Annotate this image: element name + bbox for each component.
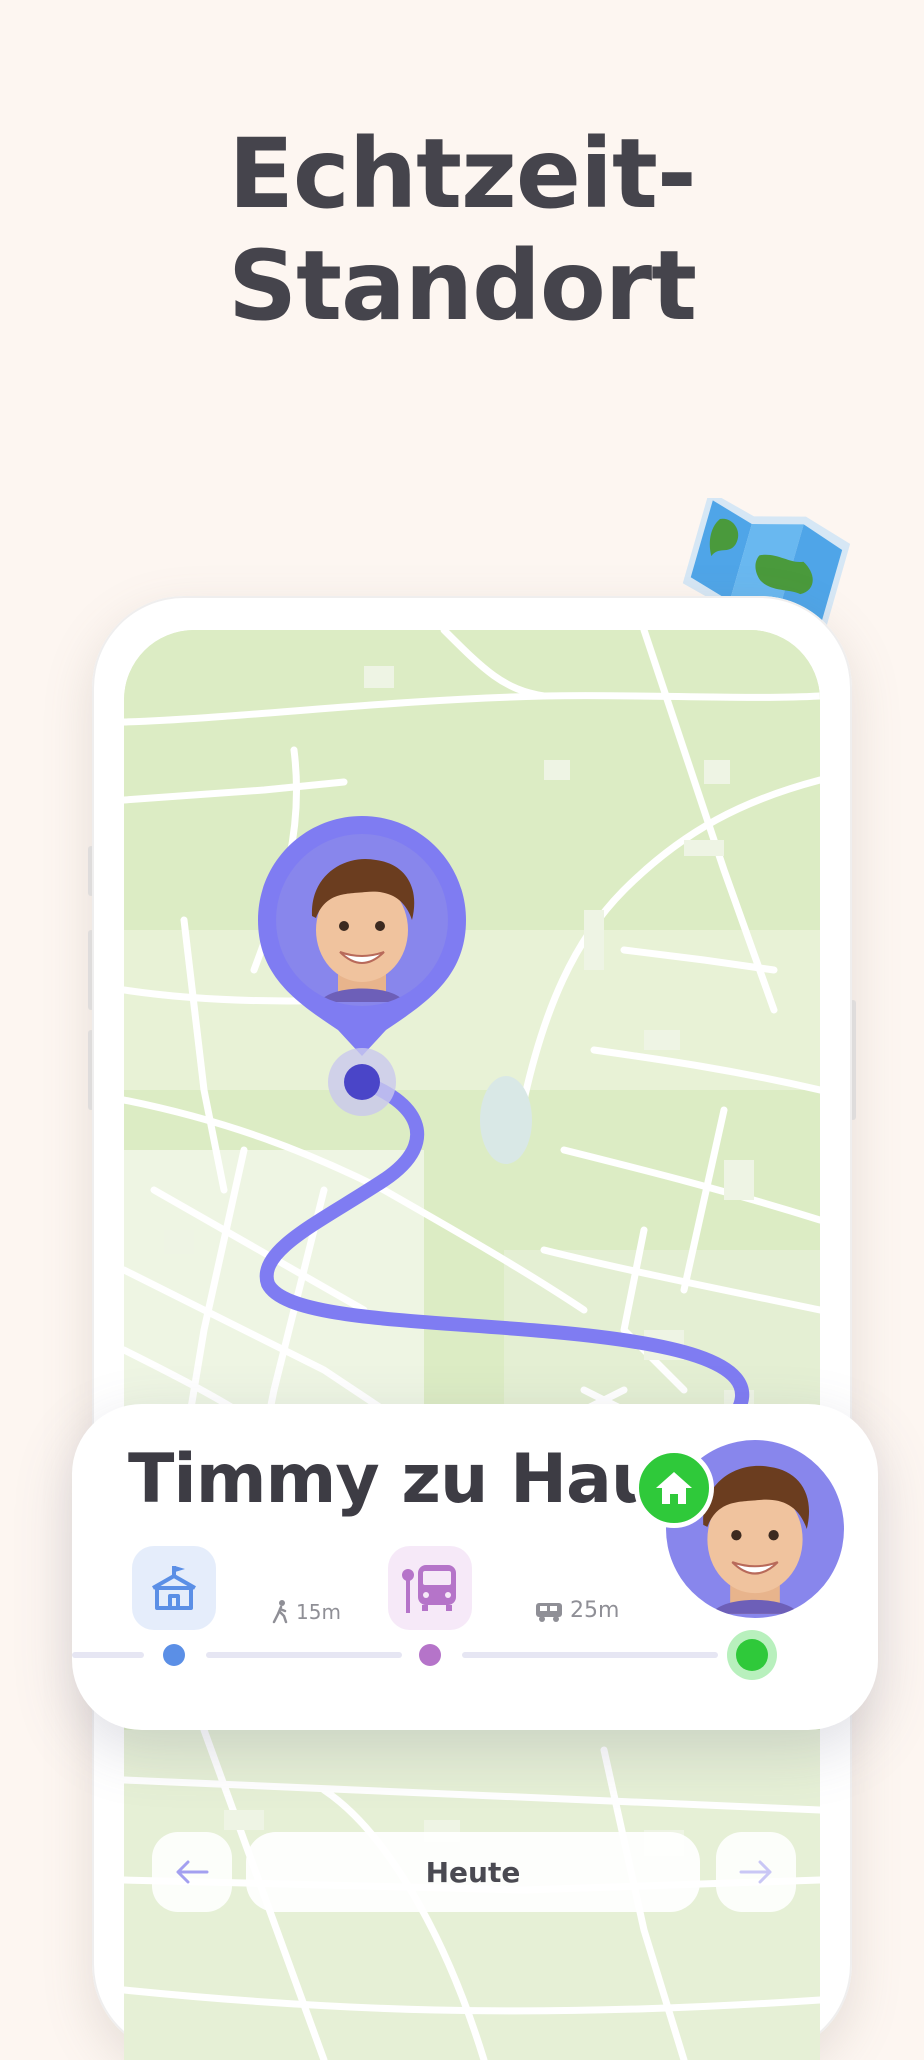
timeline-track <box>462 1652 718 1658</box>
drive-duration: 25m <box>570 1598 620 1623</box>
school-icon[interactable] <box>132 1546 216 1630</box>
next-day-button[interactable] <box>716 1832 796 1912</box>
walk-icon <box>272 1600 288 1624</box>
arrow-left-icon <box>176 1860 209 1884</box>
child-location-pin[interactable] <box>258 816 466 1116</box>
home-stop-dot[interactable] <box>727 1630 777 1680</box>
arrow-right-icon <box>739 1860 772 1884</box>
bus-stop-dot[interactable] <box>419 1644 441 1666</box>
page-headline: Echtzeit-Standort <box>227 118 697 342</box>
car-icon <box>536 1602 562 1622</box>
timeline-track <box>206 1652 402 1658</box>
bus-stop-icon[interactable] <box>388 1546 472 1630</box>
home-icon <box>634 1448 714 1528</box>
school-stop-dot[interactable] <box>163 1644 185 1666</box>
drive-segment-label: 25m <box>534 1598 619 1623</box>
previous-day-button[interactable] <box>152 1832 232 1912</box>
status-card[interactable]: Timmy zu Hause 15m 25m <box>72 1404 878 1730</box>
child-avatar <box>276 834 448 1006</box>
timeline-track <box>72 1652 144 1658</box>
route-path <box>259 1075 750 1430</box>
date-selector[interactable]: Heute <box>246 1832 700 1912</box>
walk-segment-label: 15m <box>272 1600 341 1624</box>
walk-duration: 15m <box>296 1600 341 1624</box>
